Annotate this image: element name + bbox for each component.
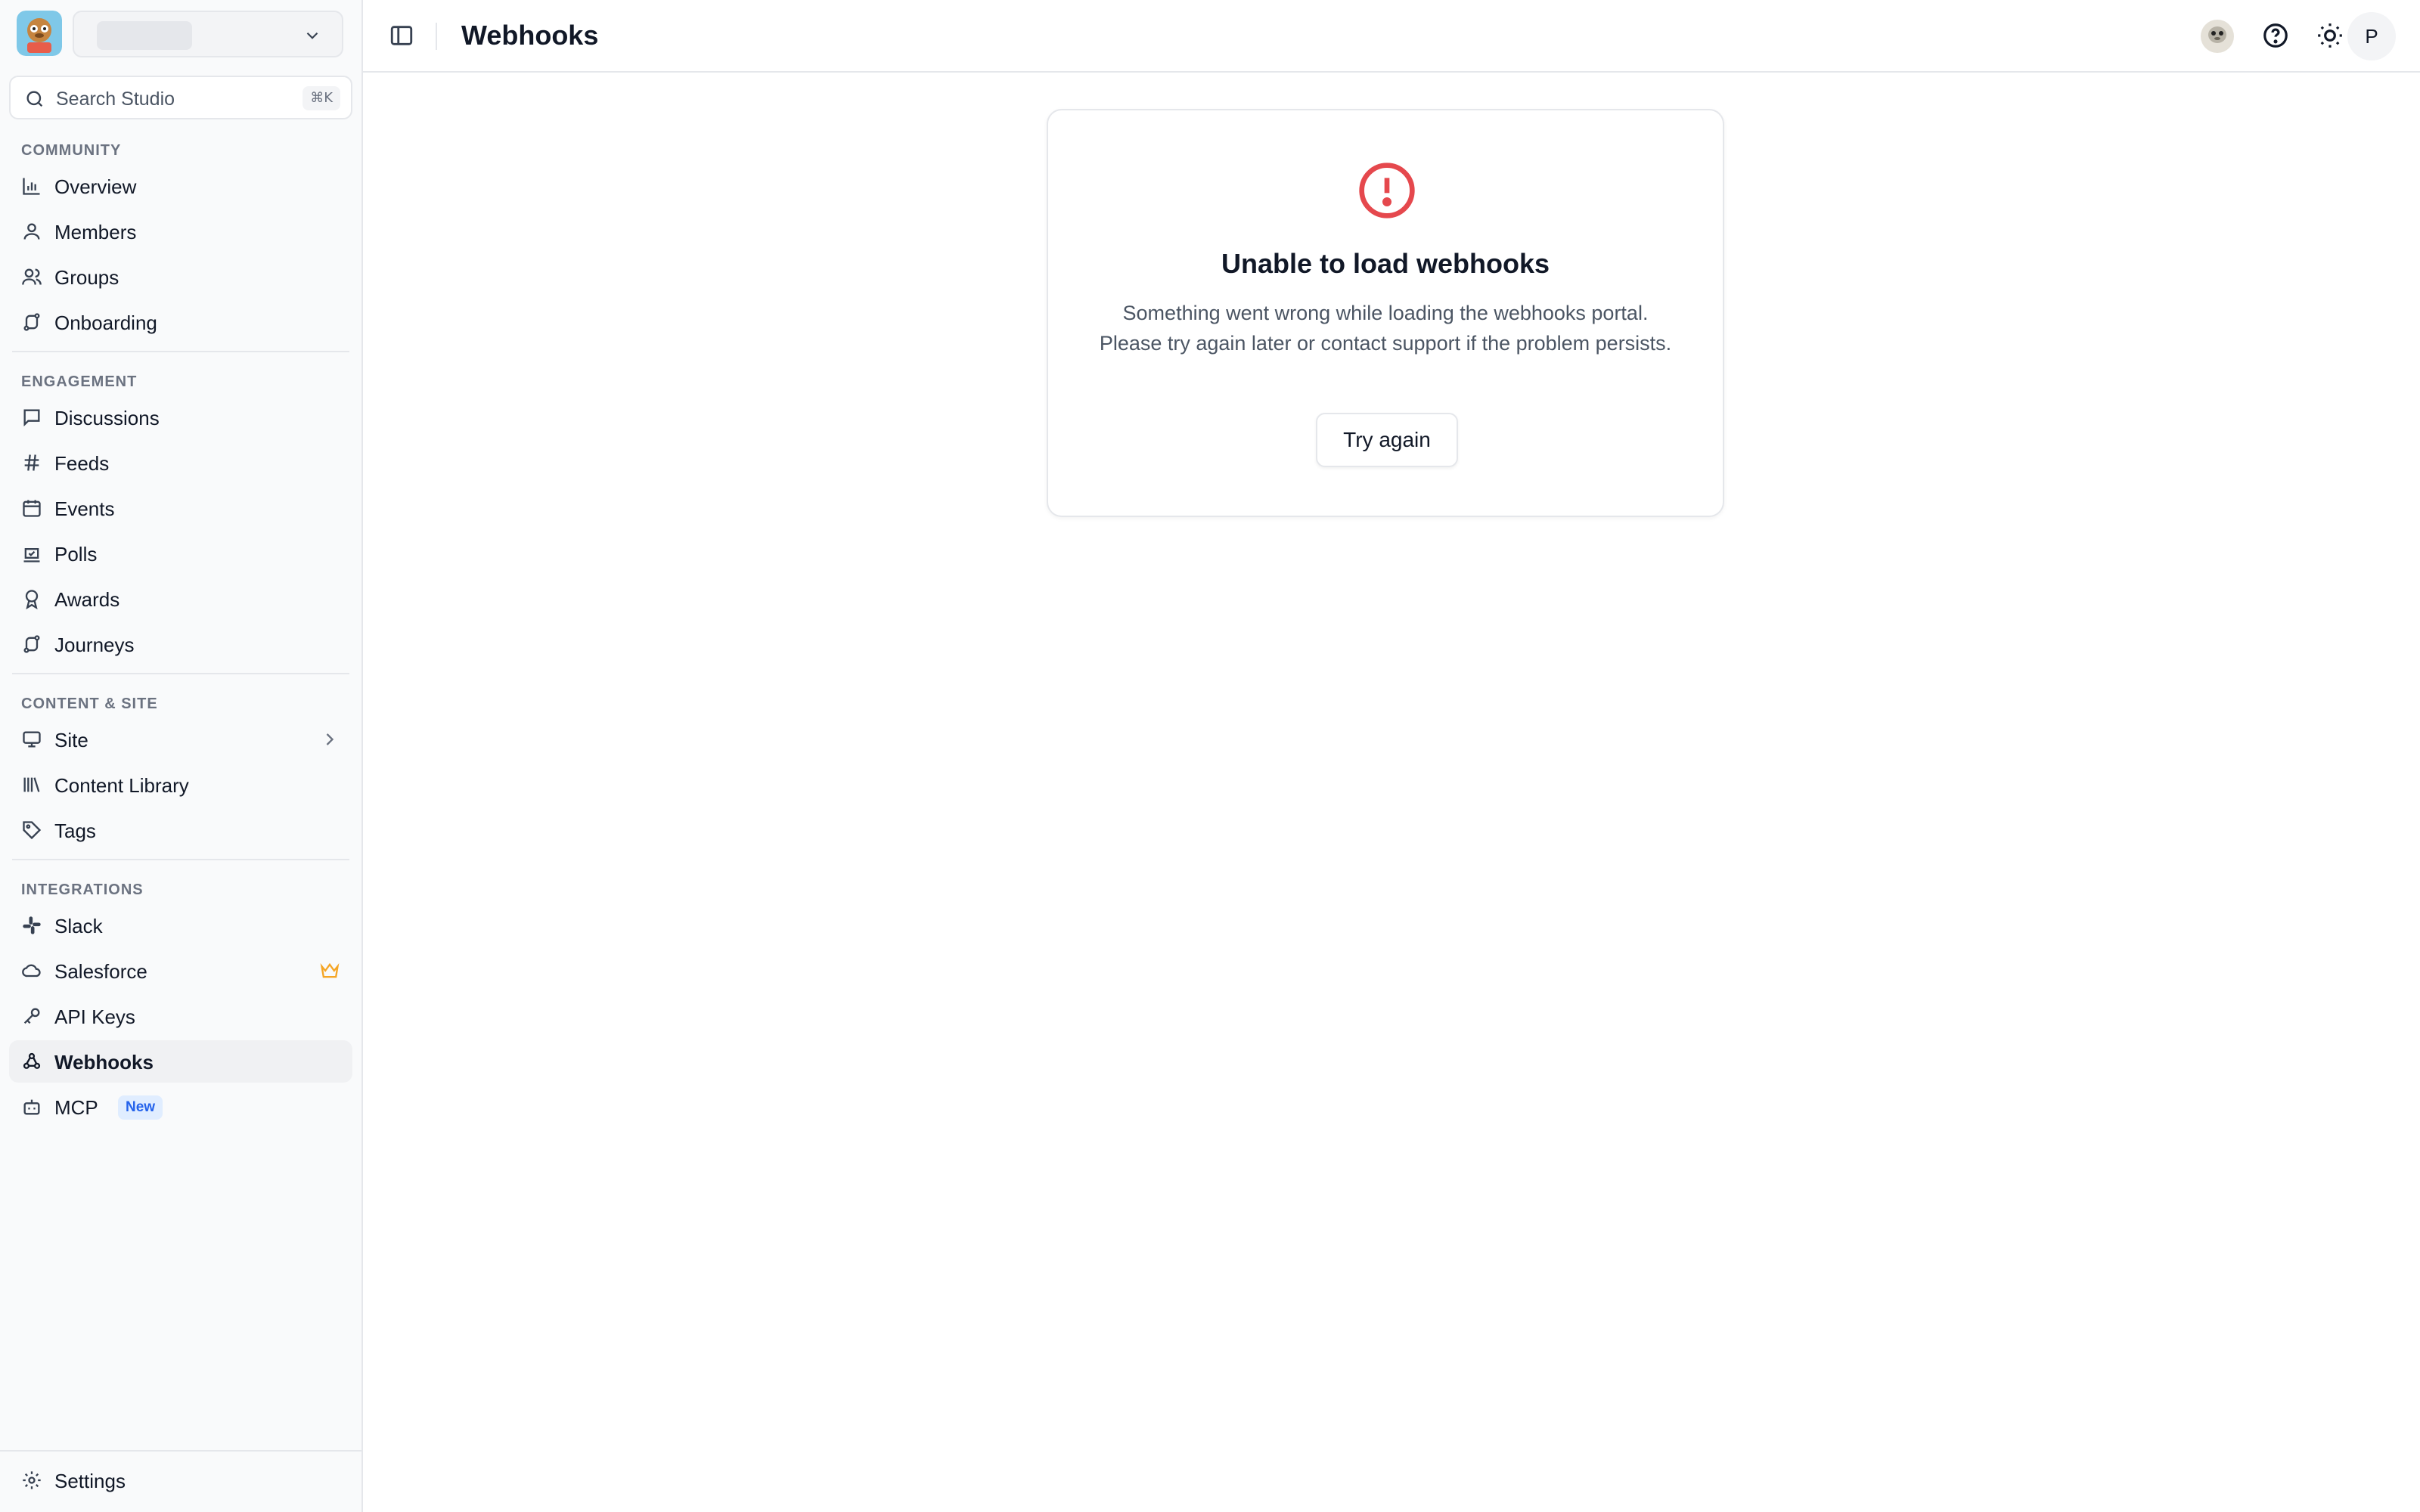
section-integrations: INTEGRATIONS [21, 881, 144, 898]
search-shortcut: ⌘K [302, 86, 340, 110]
sidebar-divider [12, 859, 349, 860]
user-icon [23, 223, 40, 240]
alert-circle-icon [1359, 163, 1415, 218]
webhook-icon [23, 1052, 41, 1069]
sidebar-item-site[interactable]: Site [9, 718, 352, 761]
message-square-icon [23, 409, 40, 427]
user-avatar[interactable]: P [2347, 12, 2396, 60]
sidebar-item-polls[interactable]: Polls [9, 532, 352, 575]
crown-icon [320, 962, 340, 978]
route-icon [23, 635, 40, 653]
monitor-icon [23, 731, 41, 748]
vote-icon [23, 548, 40, 562]
top-header: Webhooks P [363, 0, 2420, 73]
sidebar-divider [12, 351, 349, 352]
search-input[interactable]: Search Studio ⌘K [9, 76, 352, 119]
sidebar-item-salesforce[interactable]: Salesforce [9, 950, 352, 992]
sidebar-item-awards[interactable]: Awards [9, 578, 352, 620]
try-again-button[interactable]: Try again [1316, 413, 1458, 467]
sidebar-item-onboarding[interactable]: Onboarding [9, 301, 352, 343]
bot-icon [23, 1099, 40, 1115]
sidebar-item-slack[interactable]: Slack [9, 904, 352, 947]
tag-icon [23, 821, 42, 840]
app-logo[interactable] [17, 11, 62, 56]
chevron-right-icon [326, 733, 334, 745]
gear-icon [23, 1471, 41, 1489]
sidebar-toggle-icon[interactable] [389, 23, 414, 48]
sidebar-item-overview[interactable]: Overview [9, 165, 352, 207]
users-icon [22, 268, 42, 285]
sidebar-item-api-keys[interactable]: API Keys [9, 995, 352, 1037]
library-icon [23, 777, 40, 792]
new-badge: New [118, 1095, 163, 1120]
page-title: Webhooks [461, 20, 599, 51]
workspace-switcher[interactable] [73, 11, 343, 57]
sidebar-divider [12, 673, 349, 674]
error-message: Something went wrong while loading the w… [1099, 302, 1672, 355]
header-separator [436, 23, 437, 50]
bar-chart-icon [23, 178, 40, 195]
chevron-down-icon [306, 32, 318, 39]
cloud-icon [22, 964, 41, 978]
sidebar-item-mcp[interactable]: MCP New [9, 1086, 352, 1128]
sun-icon[interactable] [2316, 21, 2344, 50]
settings-bar: Settings [0, 1450, 361, 1512]
section-engagement: ENGAGEMENT [21, 373, 138, 390]
section-content-site: CONTENT & SITE [21, 696, 158, 712]
help-circle-icon[interactable] [2261, 21, 2290, 50]
calendar-icon [23, 500, 41, 517]
sidebar-item-settings[interactable]: Settings [9, 1459, 352, 1501]
sidebar-item-journeys[interactable]: Journeys [9, 623, 352, 665]
sidebar-item-feeds[interactable]: Feeds [9, 442, 352, 484]
search-placeholder: Search Studio [56, 88, 175, 110]
sidebar: Search Studio ⌘K COMMUNITY Overview Memb… [0, 0, 363, 1512]
search-icon [26, 91, 43, 107]
section-community: COMMUNITY [21, 142, 122, 159]
workspace-name-placeholder [97, 21, 192, 50]
route-icon [23, 313, 40, 331]
slack-icon [23, 916, 41, 934]
sidebar-item-members[interactable]: Members [9, 210, 352, 253]
key-icon [23, 1008, 40, 1024]
error-title: Unable to load webhooks [1221, 248, 1550, 279]
sidebar-item-content-library[interactable]: Content Library [9, 764, 352, 806]
hash-icon [24, 454, 39, 471]
sidebar-item-discussions[interactable]: Discussions [9, 396, 352, 438]
award-icon [25, 590, 39, 609]
sidebar-item-tags[interactable]: Tags [9, 809, 352, 851]
sidebar-item-groups[interactable]: Groups [9, 256, 352, 298]
mascot-avatar-icon[interactable] [2199, 18, 2235, 54]
error-card: Unable to load webhooks Something went w… [1047, 109, 1724, 517]
sidebar-item-webhooks[interactable]: Webhooks [9, 1040, 352, 1083]
sidebar-item-events[interactable]: Events [9, 487, 352, 529]
